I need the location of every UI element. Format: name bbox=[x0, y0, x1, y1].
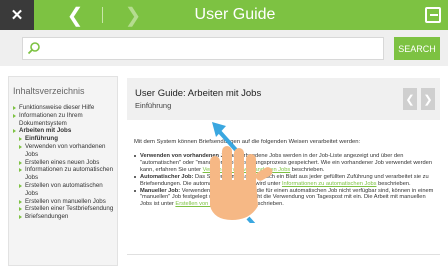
toolbar-separator bbox=[102, 7, 103, 23]
toc-item[interactable]: Funktionsweise dieser Hilfe bbox=[13, 104, 115, 112]
search-input[interactable] bbox=[22, 37, 384, 60]
back-button[interactable]: ❮ bbox=[64, 2, 86, 28]
exit-button[interactable] bbox=[425, 7, 441, 23]
previous-page-button[interactable]: ❮ bbox=[403, 88, 417, 110]
hand-icon bbox=[210, 146, 273, 220]
sidebar-title: Inhaltsverzeichnis bbox=[13, 86, 85, 96]
chevron-right-icon: ❯ bbox=[423, 93, 433, 106]
bullet-term: Automatischer Job: bbox=[140, 173, 194, 180]
search-button[interactable]: SEARCH bbox=[394, 37, 440, 60]
forward-button[interactable]: ❯ bbox=[122, 2, 144, 28]
page-subtitle: Einführung bbox=[135, 101, 172, 110]
chevron-left-icon: ❮ bbox=[66, 4, 84, 27]
toc-subitem[interactable]: Erstellen einer Testbriefsendung bbox=[13, 205, 115, 213]
bullet-link[interactable]: Informationen zu automatischen Jobs bbox=[282, 181, 377, 187]
table-of-contents: Funktionsweise dieser Hilfe Informatione… bbox=[13, 104, 115, 221]
bullet-term: Manueller Job: bbox=[140, 187, 181, 194]
close-button[interactable]: ✕ bbox=[0, 0, 34, 30]
divider bbox=[127, 254, 440, 255]
chevron-right-icon: ❯ bbox=[124, 4, 142, 27]
toc-subitem-active[interactable]: Einführung bbox=[13, 135, 115, 143]
app-title: User Guide bbox=[194, 6, 276, 23]
toc-subitem[interactable]: Informationen zu automatischen Jobs bbox=[13, 166, 115, 182]
toc-item-active[interactable]: Arbeiten mit Jobs bbox=[13, 127, 115, 135]
search-icon bbox=[27, 42, 40, 55]
toc-subitem[interactable]: Briefsendungen bbox=[13, 213, 115, 221]
page-title: User Guide: Arbeiten mit Jobs bbox=[135, 88, 262, 99]
chevron-left-icon: ❮ bbox=[405, 93, 415, 106]
swipe-gesture-hand-icon bbox=[210, 122, 273, 223]
bullet-tail: beschrieben. bbox=[290, 166, 325, 173]
toc-subitem[interactable]: Erstellen von automatischen Jobs bbox=[13, 182, 115, 198]
next-page-button[interactable]: ❯ bbox=[421, 88, 435, 110]
toc-subitem[interactable]: Erstellen von manuellen Jobs bbox=[13, 198, 115, 206]
bullet-tail: beschrieben. bbox=[376, 180, 411, 187]
toc-subitem[interactable]: Verwenden von vorhandenen Jobs bbox=[13, 143, 115, 159]
close-icon: ✕ bbox=[10, 7, 24, 24]
toc-item[interactable]: Informationen zu Ihrem Dokumentsystem bbox=[13, 112, 115, 128]
toc-subitem[interactable]: Erstellen eines neuen Jobs bbox=[13, 159, 115, 167]
